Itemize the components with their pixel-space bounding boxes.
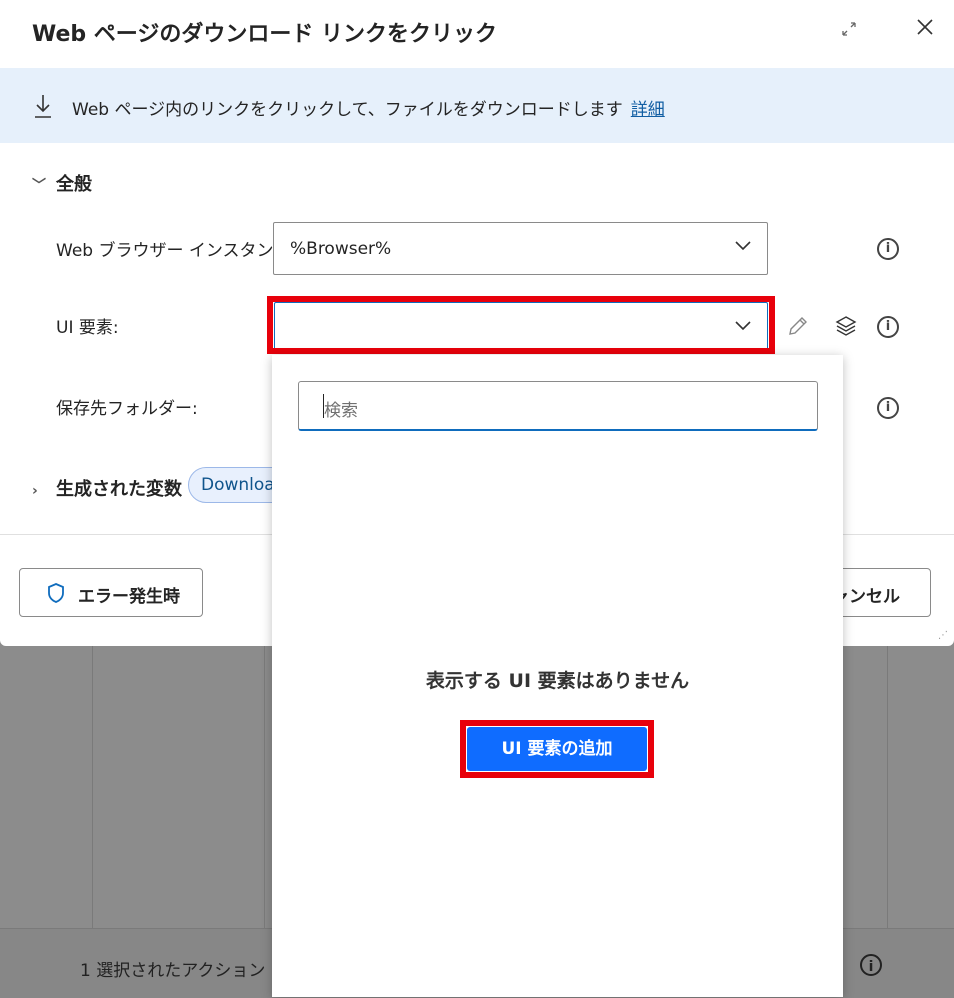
highlight-box-ui-element bbox=[267, 296, 775, 354]
info-icon[interactable]: i bbox=[877, 316, 899, 338]
info-icon[interactable]: i bbox=[877, 397, 899, 419]
resize-grip-icon[interactable]: ⋰ bbox=[938, 630, 950, 642]
search-input[interactable] bbox=[298, 381, 818, 431]
background-column-divider bbox=[887, 646, 888, 928]
chevron-right-icon: › bbox=[32, 483, 38, 499]
general-section-header[interactable]: ﹀ 全般 bbox=[32, 170, 92, 196]
close-icon[interactable] bbox=[912, 16, 938, 42]
ui-element-label: UI 要素: bbox=[56, 318, 119, 338]
status-info-icon[interactable]: i bbox=[860, 954, 882, 976]
on-error-button[interactable]: エラー発生時 bbox=[19, 568, 203, 617]
general-section-label: 全般 bbox=[56, 174, 92, 195]
pencil-icon[interactable] bbox=[786, 314, 810, 338]
browser-instance-label: Web ブラウザー インスタンス: bbox=[56, 241, 296, 261]
chevron-down-icon bbox=[733, 235, 753, 255]
details-link[interactable]: 詳細 bbox=[631, 100, 665, 120]
banner-description: Web ページ内のリンクをクリックして、ファイルをダウンロードします 詳細 bbox=[72, 95, 665, 120]
browser-instance-value: %Browser% bbox=[290, 239, 392, 259]
highlight-box-add-button bbox=[460, 720, 654, 778]
shield-icon bbox=[46, 582, 66, 604]
layers-icon[interactable] bbox=[834, 314, 858, 338]
expand-icon[interactable] bbox=[838, 20, 860, 42]
on-error-label: エラー発生時 bbox=[78, 587, 180, 607]
variables-section-header[interactable]: › 生成された変数 bbox=[32, 475, 182, 501]
dialog-title: Web ページのダウンロード リンクをクリック bbox=[32, 22, 498, 47]
selected-actions-status: 1 選択されたアクション bbox=[80, 961, 266, 981]
browser-instance-dropdown[interactable]: %Browser% bbox=[273, 222, 768, 275]
background-column-divider bbox=[92, 646, 93, 928]
info-icon[interactable]: i bbox=[877, 238, 899, 260]
download-icon bbox=[33, 93, 53, 119]
background-column-divider bbox=[264, 646, 265, 928]
destination-folder-label: 保存先フォルダー: bbox=[56, 399, 198, 419]
variables-section-label: 生成された変数 bbox=[56, 479, 182, 500]
search-placeholder: 検索 bbox=[324, 401, 358, 421]
chevron-down-icon: ﹀ bbox=[32, 178, 46, 194]
banner-text: Web ページ内のリンクをクリックして、ファイルをダウンロードします bbox=[72, 100, 623, 120]
empty-state-message: 表示する UI 要素はありません bbox=[425, 670, 690, 692]
